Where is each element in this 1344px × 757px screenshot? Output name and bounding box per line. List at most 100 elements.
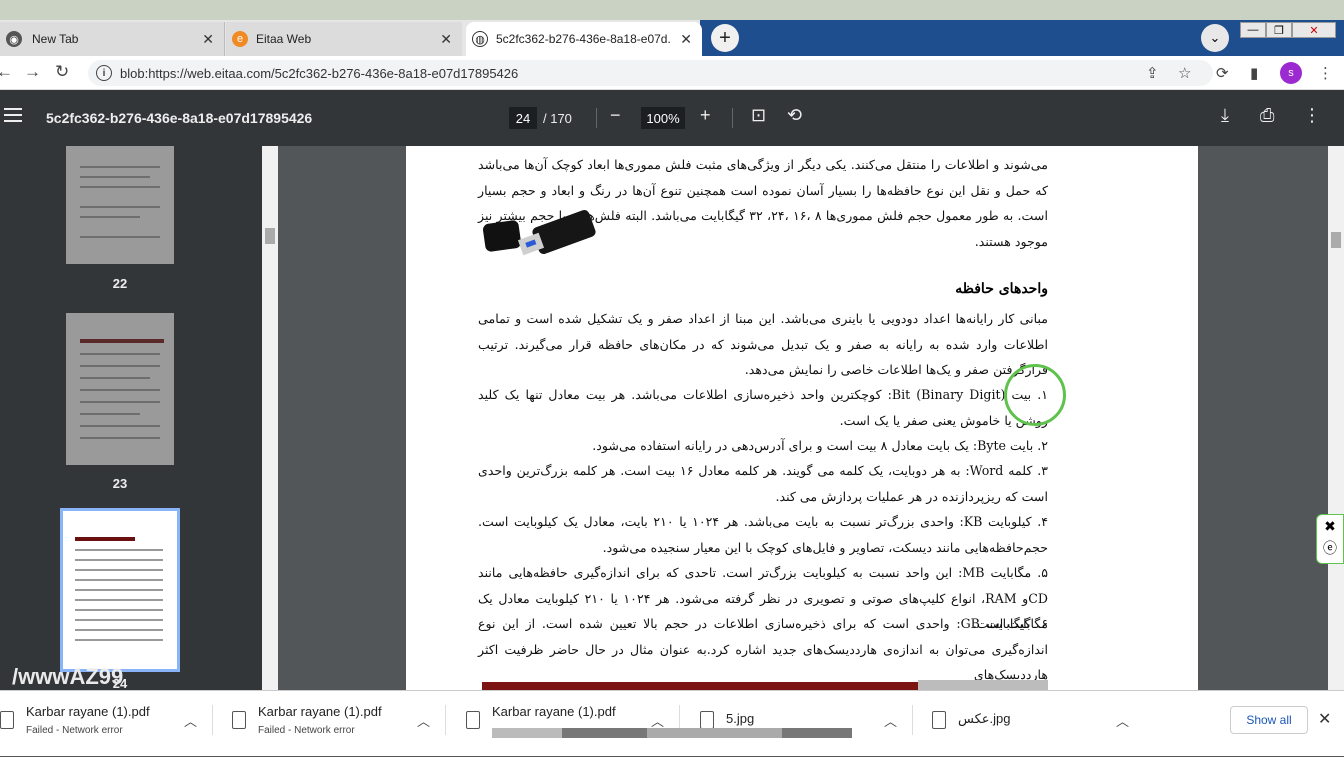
- pdf-page: می‌شوند و اطلاعات را منتقل می‌کنند. یکی …: [406, 146, 1198, 690]
- back-icon[interactable]: ←: [0, 62, 13, 82]
- pdf-file-icon: [466, 711, 480, 729]
- divider: [212, 705, 213, 735]
- scrollbar-thumb[interactable]: [1331, 232, 1341, 248]
- decorative-gray-bar: [918, 680, 1048, 690]
- top-strip: [0, 0, 1344, 20]
- reload-icon[interactable]: ↻: [55, 62, 69, 82]
- site-info-icon[interactable]: i: [96, 65, 112, 81]
- thumbnail-label: 23: [112, 476, 128, 491]
- divider: [732, 108, 733, 128]
- list-item-gigabyte: ۶. گیگابایت GB: واحدی است که برای ذخیره‌…: [478, 616, 1049, 682]
- eitaa-icon: e: [232, 31, 248, 47]
- chrome-icon: ◉: [6, 31, 22, 47]
- chevron-up-icon[interactable]: ︿: [1116, 711, 1129, 730]
- download-name: Karbar rayane (1).pdf: [492, 704, 616, 719]
- tab-title: Eitaa Web: [256, 32, 312, 46]
- globe-icon: ◍: [472, 31, 488, 47]
- zoom-in-icon[interactable]: +: [700, 105, 711, 126]
- list-item-bit: ۱. بیت (Binary Digit) Bit: کوچکترین واحد…: [478, 387, 1048, 428]
- close-tab-icon[interactable]: ✕: [440, 31, 452, 48]
- pdf-file-icon: [0, 711, 14, 729]
- download-item[interactable]: Karbar rayane (1).pdf Failed - Network e…: [0, 691, 230, 757]
- thumbnail-sidebar: 22 23 24 /wwwAZ99: [0, 146, 262, 690]
- minimize-button[interactable]: —: [1240, 22, 1266, 38]
- download-icon[interactable]: ⤓: [1221, 105, 1229, 126]
- download-name: عکس.jpg: [958, 711, 1011, 726]
- floating-widget[interactable]: ✖ ⓔ: [1316, 514, 1344, 564]
- close-tab-icon[interactable]: ✕: [202, 31, 214, 48]
- decorative-red-bar: [482, 682, 918, 690]
- chevron-up-icon[interactable]: ︿: [417, 711, 430, 730]
- profile-avatar[interactable]: s: [1280, 62, 1302, 84]
- url-text: blob:https://web.eitaa.com/5c2fc362-b276…: [120, 65, 519, 81]
- divider: [445, 705, 446, 735]
- side-panel-icon[interactable]: ▮: [1250, 64, 1258, 82]
- zoom-out-icon[interactable]: −: [610, 105, 621, 126]
- tab-title: New Tab: [32, 32, 79, 46]
- download-item[interactable]: 5.jpg ︿: [700, 691, 930, 757]
- download-name: Karbar rayane (1).pdf: [26, 704, 150, 719]
- close-window-button[interactable]: ✕: [1292, 22, 1336, 38]
- paragraph-memory-units: مبانی کار رایانه‌ها اعداد دودویی یا باین…: [478, 311, 1048, 377]
- list-item-word: ۳. کلمه Word: به هر دوبایت، یک کلمه می گ…: [478, 463, 1048, 504]
- tab-search-icon[interactable]: ⌄: [1201, 24, 1229, 52]
- chevron-up-icon[interactable]: ︿: [884, 711, 897, 730]
- pdf-file-icon: [232, 711, 246, 729]
- pdf-viewer: می‌شوند و اطلاعات را منتقل می‌کنند. یکی …: [278, 146, 1328, 690]
- viewer-scrollbar[interactable]: [1328, 146, 1344, 690]
- eitaa-widget-icon[interactable]: ⓔ: [1317, 537, 1343, 559]
- more-menu-icon[interactable]: ⋮: [1318, 64, 1333, 82]
- list-item-kilobyte: ۴. کیلوبایت KB: واحدی بزرگ‌تر نسبت به با…: [478, 514, 1048, 555]
- download-name: 5.jpg: [726, 711, 755, 726]
- menu-icon[interactable]: [4, 108, 22, 122]
- watermark-text: /wwwAZ99: [12, 664, 124, 689]
- sidebar-scrollbar[interactable]: [262, 146, 278, 690]
- maximize-button[interactable]: ❐: [1266, 22, 1292, 38]
- thumbnail-page-22[interactable]: [66, 146, 174, 264]
- cursor-highlight-circle: [1004, 364, 1066, 426]
- forward-icon[interactable]: →: [24, 62, 41, 82]
- document-title: 5c2fc362-b276-436e-8a18-e07d17895426: [46, 110, 313, 126]
- share-icon[interactable]: ⇪: [1146, 64, 1159, 82]
- progress-strip: [492, 728, 852, 738]
- bookmark-star-icon[interactable]: ☆: [1178, 64, 1191, 82]
- fit-page-icon[interactable]: ⊡: [751, 105, 766, 126]
- page-number-input[interactable]: 24: [509, 107, 537, 129]
- tab-title: 5c2fc362-b276-436e-8a18-e07d...: [496, 32, 671, 46]
- tab-pdf[interactable]: ◍ 5c2fc362-b276-436e-8a18-e07d... ✕: [466, 22, 702, 56]
- section-heading: واحدهای حافظه: [955, 281, 1048, 297]
- close-downloads-icon[interactable]: ✕: [1318, 709, 1331, 729]
- zoom-input[interactable]: 100%: [641, 107, 685, 129]
- list-item-byte: ۲. بایت Byte: یک بایت معادل ۸ بیت است و …: [592, 438, 1048, 453]
- pdf-toolbar: 5c2fc362-b276-436e-8a18-e07d17895426 24 …: [0, 90, 1344, 146]
- download-item[interactable]: Karbar rayane (1).pdf ︿: [466, 691, 696, 757]
- rotate-icon[interactable]: ⟲: [787, 105, 802, 126]
- image-file-icon: [700, 711, 714, 729]
- page-total: / 170: [543, 111, 572, 126]
- download-status: Failed - Network error: [258, 725, 355, 736]
- download-item[interactable]: Karbar rayane (1).pdf Failed - Network e…: [232, 691, 462, 757]
- close-tab-icon[interactable]: ✕: [680, 31, 692, 48]
- show-all-button[interactable]: Show all: [1230, 706, 1308, 734]
- thumbnail-page-24-selected[interactable]: [60, 508, 180, 672]
- tab-eitaa[interactable]: e Eitaa Web ✕: [226, 22, 462, 56]
- thumbnail-label: 22: [112, 276, 128, 291]
- tab-new-tab[interactable]: ◉ New Tab ✕: [0, 22, 225, 56]
- divider: [596, 108, 597, 128]
- new-tab-button[interactable]: +: [711, 24, 739, 52]
- close-icon[interactable]: ✖: [1317, 515, 1343, 537]
- more-actions-icon[interactable]: ⋮: [1303, 105, 1321, 126]
- address-bar: ← → ↻ i blob:https://web.eitaa.com/5c2fc…: [0, 56, 1344, 90]
- print-icon[interactable]: ⎙: [1260, 105, 1274, 126]
- url-input[interactable]: i blob:https://web.eitaa.com/5c2fc362-b2…: [88, 60, 1213, 86]
- extension-icon[interactable]: ⟳: [1216, 64, 1229, 82]
- download-item[interactable]: عکس.jpg ︿: [932, 691, 1162, 757]
- download-status: Failed - Network error: [26, 725, 123, 736]
- download-name: Karbar rayane (1).pdf: [258, 704, 382, 719]
- chevron-up-icon[interactable]: ︿: [184, 711, 197, 730]
- downloads-bar: Karbar rayane (1).pdf Failed - Network e…: [0, 690, 1344, 756]
- usb-flash-image: [482, 208, 602, 264]
- divider: [912, 705, 913, 735]
- thumbnail-page-23[interactable]: [66, 313, 174, 465]
- image-file-icon: [932, 711, 946, 729]
